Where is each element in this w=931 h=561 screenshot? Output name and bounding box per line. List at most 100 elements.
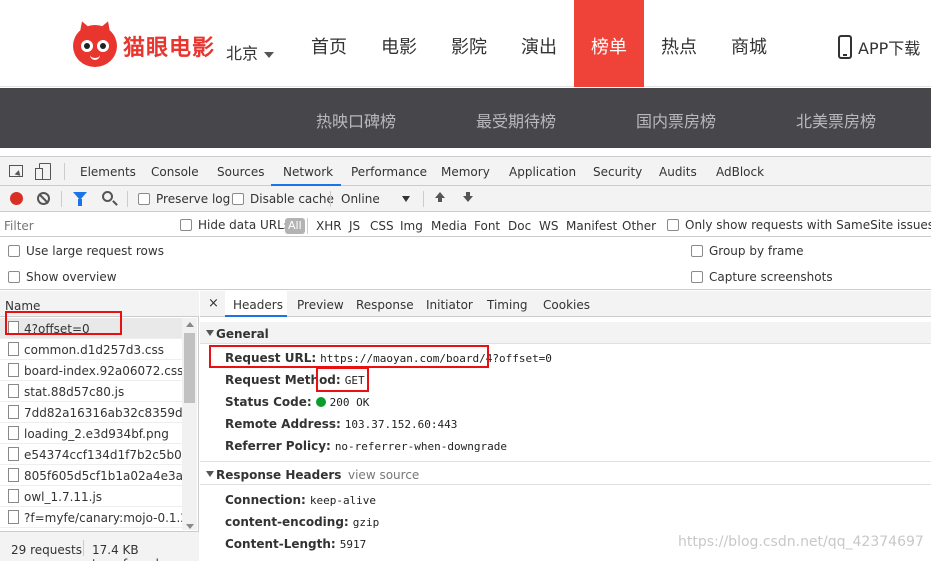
request-name: e54374ccf134d1f7b2c5b075a	[24, 448, 182, 462]
nav-hot[interactable]: 热点	[644, 0, 714, 87]
disable-cache-checkbox[interactable]	[232, 193, 244, 205]
nav-home[interactable]: 首页	[294, 0, 364, 87]
divider	[423, 191, 424, 207]
type-filter-font[interactable]: Font	[474, 219, 500, 233]
tab-sources[interactable]: Sources	[217, 165, 264, 179]
type-filter-doc[interactable]: Doc	[508, 219, 531, 233]
nav-board[interactable]: 榜单	[574, 0, 644, 87]
type-filter-img[interactable]: Img	[400, 219, 423, 233]
sub-nav-reputation[interactable]: 热映口碑榜	[316, 108, 396, 132]
nav-movies[interactable]: 电影	[364, 0, 434, 87]
request-detail-panel: × Headers Preview Response Initiator Tim…	[200, 291, 931, 561]
tab-security[interactable]: Security	[593, 165, 642, 179]
export-har-icon[interactable]	[462, 192, 474, 205]
type-filter-other[interactable]: Other	[622, 219, 656, 233]
nav-mall[interactable]: 商城	[714, 0, 784, 87]
device-toolbar-icon[interactable]	[35, 163, 51, 180]
document-icon	[8, 489, 19, 503]
tab-application[interactable]: Application	[509, 165, 576, 179]
city-selector[interactable]: 北京	[226, 40, 275, 64]
document-icon	[8, 342, 19, 356]
header-value: keep-alive	[309, 494, 377, 507]
document-icon	[8, 510, 19, 524]
tab-audits[interactable]: Audits	[659, 165, 697, 179]
tab-adblock[interactable]: AdBlock	[716, 165, 764, 179]
document-icon	[8, 363, 19, 377]
tab-response[interactable]: Response	[356, 298, 414, 312]
app-download-link[interactable]: APP下载	[838, 35, 920, 59]
clear-icon[interactable]	[37, 192, 50, 205]
divider	[307, 218, 308, 234]
type-filter-ws[interactable]: WS	[539, 219, 558, 233]
type-filter-css[interactable]: CSS	[370, 219, 394, 233]
header-key: Referrer Policy:	[225, 439, 331, 453]
content-length-row: Content-Length: 5917	[225, 537, 366, 551]
scrollbar-thumb[interactable]	[184, 333, 195, 403]
header-value: 103.37.152.60:443	[344, 418, 458, 431]
tab-performance[interactable]: Performance	[351, 165, 427, 179]
type-filter-js[interactable]: JS	[349, 219, 360, 233]
response-headers-section-header[interactable]: Response Headers view source	[200, 461, 931, 485]
detail-tab-bar: × Headers Preview Response Initiator Tim…	[200, 291, 931, 317]
maoyan-logo[interactable]: 猫眼电影	[73, 18, 215, 67]
request-row[interactable]: 7dd82a16316ab32c8359debd	[0, 402, 182, 423]
connection-row: Connection: keep-alive	[225, 493, 376, 507]
request-row[interactable]: 805f605d5cf1b1a02a4e3a5e2.	[0, 465, 182, 486]
type-filter-all[interactable]: All	[285, 218, 305, 234]
scroll-down-icon[interactable]	[186, 524, 194, 529]
nav-shows[interactable]: 演出	[504, 0, 574, 87]
throttling-select[interactable]: Online	[341, 192, 413, 206]
document-icon	[8, 405, 19, 419]
sub-nav-domestic-box[interactable]: 国内票房榜	[636, 108, 716, 132]
sub-nav-na-box[interactable]: 北美票房榜	[796, 108, 876, 132]
request-count: 29 requests	[11, 543, 82, 557]
general-section-header[interactable]: General	[200, 322, 931, 344]
document-icon	[8, 426, 19, 440]
record-icon[interactable]	[10, 192, 23, 205]
tab-memory[interactable]: Memory	[441, 165, 490, 179]
scroll-up-icon[interactable]	[186, 322, 194, 327]
request-row[interactable]: board-index.92a06072.css	[0, 360, 182, 381]
show-overview-checkbox[interactable]	[8, 271, 20, 283]
request-row[interactable]: loading_2.e3d934bf.png	[0, 423, 182, 444]
close-icon[interactable]: ×	[208, 296, 219, 311]
filter-icon[interactable]	[73, 192, 87, 206]
tab-network[interactable]: Network	[283, 165, 333, 179]
tab-elements[interactable]: Elements	[80, 165, 136, 179]
request-row[interactable]: ?f=myfe/canary:mojo-0.1.2.js	[0, 507, 182, 528]
request-row[interactable]: common.d1d257d3.css	[0, 339, 182, 360]
app-download-label: APP下载	[858, 39, 921, 58]
tab-console[interactable]: Console	[151, 165, 199, 179]
samesite-label: Only show requests with SameSite issues	[685, 218, 931, 232]
sub-nav-anticipated[interactable]: 最受期待榜	[476, 108, 556, 132]
watermark: https://blog.csdn.net/qq_42374697	[678, 534, 924, 550]
view-source-link[interactable]: view source	[348, 468, 419, 482]
request-row[interactable]: owl_1.7.11.js	[0, 486, 182, 507]
large-rows-checkbox[interactable]	[8, 245, 20, 257]
type-filter-media[interactable]: Media	[431, 219, 467, 233]
tab-timing[interactable]: Timing	[487, 298, 528, 312]
search-icon[interactable]	[102, 191, 113, 202]
throttling-value: Online	[341, 192, 380, 206]
capture-screenshots-checkbox[interactable]	[691, 271, 703, 283]
transferred-size: 17.4 KB transferred	[92, 543, 159, 561]
nav-cinemas[interactable]: 影院	[434, 0, 504, 87]
tab-headers[interactable]: Headers	[233, 298, 283, 312]
request-row[interactable]: e54374ccf134d1f7b2c5b075a	[0, 444, 182, 465]
group-by-frame-checkbox[interactable]	[691, 245, 703, 257]
tab-cookies[interactable]: Cookies	[543, 298, 590, 312]
inspect-element-icon[interactable]	[9, 165, 23, 177]
preserve-log-checkbox[interactable]	[138, 193, 150, 205]
hide-data-urls-checkbox[interactable]	[180, 219, 192, 231]
tab-initiator[interactable]: Initiator	[426, 298, 473, 312]
type-filter-xhr[interactable]: XHR	[316, 219, 342, 233]
main-nav: 首页 电影 影院 演出 榜单 热点 商城	[294, 0, 784, 87]
general-section-title: General	[216, 327, 269, 341]
import-har-icon[interactable]	[434, 192, 446, 205]
request-row[interactable]: stat.88d57c80.js	[0, 381, 182, 402]
filter-input[interactable]	[4, 217, 168, 234]
disable-cache-label: Disable cache	[250, 192, 334, 206]
tab-preview[interactable]: Preview	[297, 298, 344, 312]
type-filter-manifest[interactable]: Manifest	[566, 219, 617, 233]
samesite-checkbox[interactable]	[667, 219, 679, 231]
